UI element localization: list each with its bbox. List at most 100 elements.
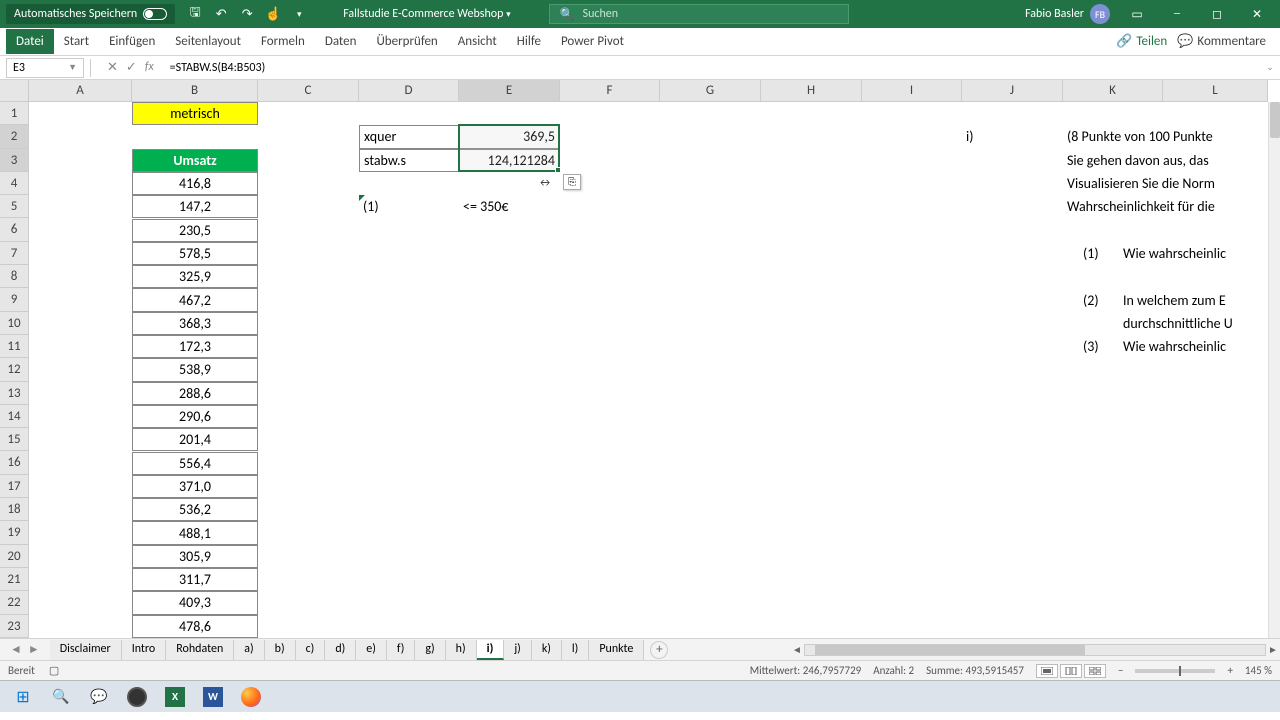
row-header-13[interactable]: 13 xyxy=(0,382,29,405)
sheet-nav-prev-icon[interactable]: ◄ xyxy=(8,642,24,657)
cell-d2-xquer[interactable]: xquer xyxy=(359,125,459,148)
cell-b7[interactable]: 578,5 xyxy=(132,242,258,265)
row-header-8[interactable]: 8 xyxy=(0,265,29,288)
vertical-scrollbar[interactable] xyxy=(1268,102,1280,638)
hscroll-thumb[interactable] xyxy=(815,645,1085,655)
expand-formula-bar-icon[interactable]: ⌄ xyxy=(1260,62,1280,73)
cell-b6[interactable]: 230,5 xyxy=(132,219,258,242)
cell-b18[interactable]: 536,2 xyxy=(132,498,258,521)
cells-area[interactable]: metrischUmsatz416,8147,2230,5578,5325,94… xyxy=(29,102,1268,638)
row-header-17[interactable]: 17 xyxy=(0,475,29,498)
row-header-23[interactable]: 23 xyxy=(0,615,29,638)
taskbar-obs[interactable] xyxy=(120,684,154,710)
cell-b1-metrisch[interactable]: metrisch xyxy=(132,102,258,125)
cancel-formula-icon[interactable]: ✕ xyxy=(107,60,118,75)
sheet-tab-d[interactable]: d) xyxy=(325,640,356,660)
cell-b13[interactable]: 288,6 xyxy=(132,382,258,405)
col-header-I[interactable]: I xyxy=(862,80,962,102)
tab-seitenlayout[interactable]: Seitenlayout xyxy=(165,29,251,54)
row-header-7[interactable]: 7 xyxy=(0,242,29,265)
row-header-11[interactable]: 11 xyxy=(0,335,29,358)
name-box[interactable]: E3 ▼ xyxy=(6,58,84,78)
cell-d5[interactable]: (1) xyxy=(359,195,459,218)
cell-b23[interactable]: 478,6 xyxy=(132,615,258,638)
sheet-tab-a[interactable]: a) xyxy=(234,640,264,660)
row-header-5[interactable]: 5 xyxy=(0,195,29,218)
tab-power-pivot[interactable]: Power Pivot xyxy=(551,29,634,54)
col-header-E[interactable]: E xyxy=(459,80,560,102)
cell-b16[interactable]: 556,4 xyxy=(132,452,258,475)
cell-b21[interactable]: 311,7 xyxy=(132,568,258,591)
cell-b15[interactable]: 201,4 xyxy=(132,428,258,451)
account-button[interactable]: Fabio Basler FB xyxy=(1025,4,1110,24)
save-icon[interactable]: 🖫 xyxy=(187,6,203,22)
cell-b8[interactable]: 325,9 xyxy=(132,265,258,288)
cell-e5[interactable]: <= 350€ xyxy=(459,195,560,218)
col-header-L[interactable]: L xyxy=(1163,80,1268,102)
sheet-tab-g[interactable]: g) xyxy=(415,640,445,660)
row-header-4[interactable]: 4 xyxy=(0,172,29,195)
row-header-9[interactable]: 9 xyxy=(0,288,29,311)
maximize-button[interactable]: ◻ xyxy=(1204,4,1230,24)
worksheet-grid[interactable]: ABCDEFGHIJKL 123456789101112131415161718… xyxy=(0,80,1280,638)
cell-b10[interactable]: 368,3 xyxy=(132,312,258,335)
taskbar-app-1[interactable]: 💬 xyxy=(82,684,116,710)
touch-mode-icon[interactable]: ☝ xyxy=(265,6,281,22)
zoom-slider[interactable] xyxy=(1135,669,1215,673)
row-header-15[interactable]: 15 xyxy=(0,428,29,451)
cell-b5[interactable]: 147,2 xyxy=(132,195,258,218)
col-header-D[interactable]: D xyxy=(359,80,459,102)
page-break-view-button[interactable] xyxy=(1084,664,1106,678)
cell-b17[interactable]: 371,0 xyxy=(132,475,258,498)
taskbar-word[interactable]: W xyxy=(196,684,230,710)
sheet-tab-i[interactable]: i) xyxy=(477,640,505,660)
zoom-out-button[interactable]: − xyxy=(1118,664,1123,677)
cell-e2-value[interactable]: 369,5 xyxy=(459,125,560,148)
tab-daten[interactable]: Daten xyxy=(315,29,367,54)
cell-b9[interactable]: 467,2 xyxy=(132,288,258,311)
sheet-nav-next-icon[interactable]: ► xyxy=(26,642,42,657)
cell-b20[interactable]: 305,9 xyxy=(132,545,258,568)
col-header-H[interactable]: H xyxy=(761,80,862,102)
row-header-22[interactable]: 22 xyxy=(0,591,29,614)
cell-b19[interactable]: 488,1 xyxy=(132,521,258,544)
select-all-corner[interactable] xyxy=(0,80,29,102)
quick-analysis-button[interactable]: ⎘ xyxy=(563,174,581,190)
horizontal-scrollbar[interactable] xyxy=(804,644,1266,656)
cell-b14[interactable]: 290,6 xyxy=(132,405,258,428)
cell-right-line4[interactable]: Wahrscheinlichkeit für die xyxy=(1063,195,1219,218)
col-header-A[interactable]: A xyxy=(29,80,132,102)
tab-formeln[interactable]: Formeln xyxy=(251,29,315,54)
scrollbar-thumb[interactable] xyxy=(1270,102,1280,138)
cell-b4[interactable]: 416,8 xyxy=(132,172,258,195)
tab-ueberpruefen[interactable]: Überprüfen xyxy=(366,29,447,54)
sheet-tab-k[interactable]: k) xyxy=(532,640,562,660)
row-header-2[interactable]: 2 xyxy=(0,125,29,148)
cell-right-line1[interactable]: (8 Punkte von 100 Punkte xyxy=(1063,125,1217,148)
cell-d3-stabw[interactable]: stabw.s xyxy=(359,149,459,172)
cell-e3-value[interactable]: 124,121284 xyxy=(459,149,560,172)
sheet-tab-intro[interactable]: Intro xyxy=(122,640,167,660)
taskbar-excel[interactable]: X xyxy=(158,684,192,710)
col-header-B[interactable]: B xyxy=(132,80,258,102)
row-header-10[interactable]: 10 xyxy=(0,312,29,335)
row-header-6[interactable]: 6 xyxy=(0,218,29,241)
tab-hilfe[interactable]: Hilfe xyxy=(507,29,551,54)
cell-b11[interactable]: 172,3 xyxy=(132,335,258,358)
sheet-tab-h[interactable]: h) xyxy=(446,640,477,660)
add-sheet-button[interactable]: + xyxy=(650,641,668,659)
col-header-F[interactable]: F xyxy=(560,80,660,102)
fx-icon[interactable]: fx xyxy=(145,60,154,75)
minimize-button[interactable]: ─ xyxy=(1164,4,1190,24)
col-header-K[interactable]: K xyxy=(1063,80,1163,102)
sheet-tab-c[interactable]: c) xyxy=(296,640,326,660)
ribbon-display-icon[interactable]: ▭ xyxy=(1124,4,1150,24)
tab-ansicht[interactable]: Ansicht xyxy=(448,29,507,54)
row-header-19[interactable]: 19 xyxy=(0,521,29,544)
hscroll-left-icon[interactable]: ◄ xyxy=(790,643,804,656)
cell-i-label[interactable]: i) xyxy=(962,125,977,148)
page-layout-view-button[interactable] xyxy=(1060,664,1082,678)
col-header-G[interactable]: G xyxy=(660,80,761,102)
tab-einfuegen[interactable]: Einfügen xyxy=(99,29,165,54)
redo-icon[interactable]: ↷ xyxy=(239,6,255,22)
